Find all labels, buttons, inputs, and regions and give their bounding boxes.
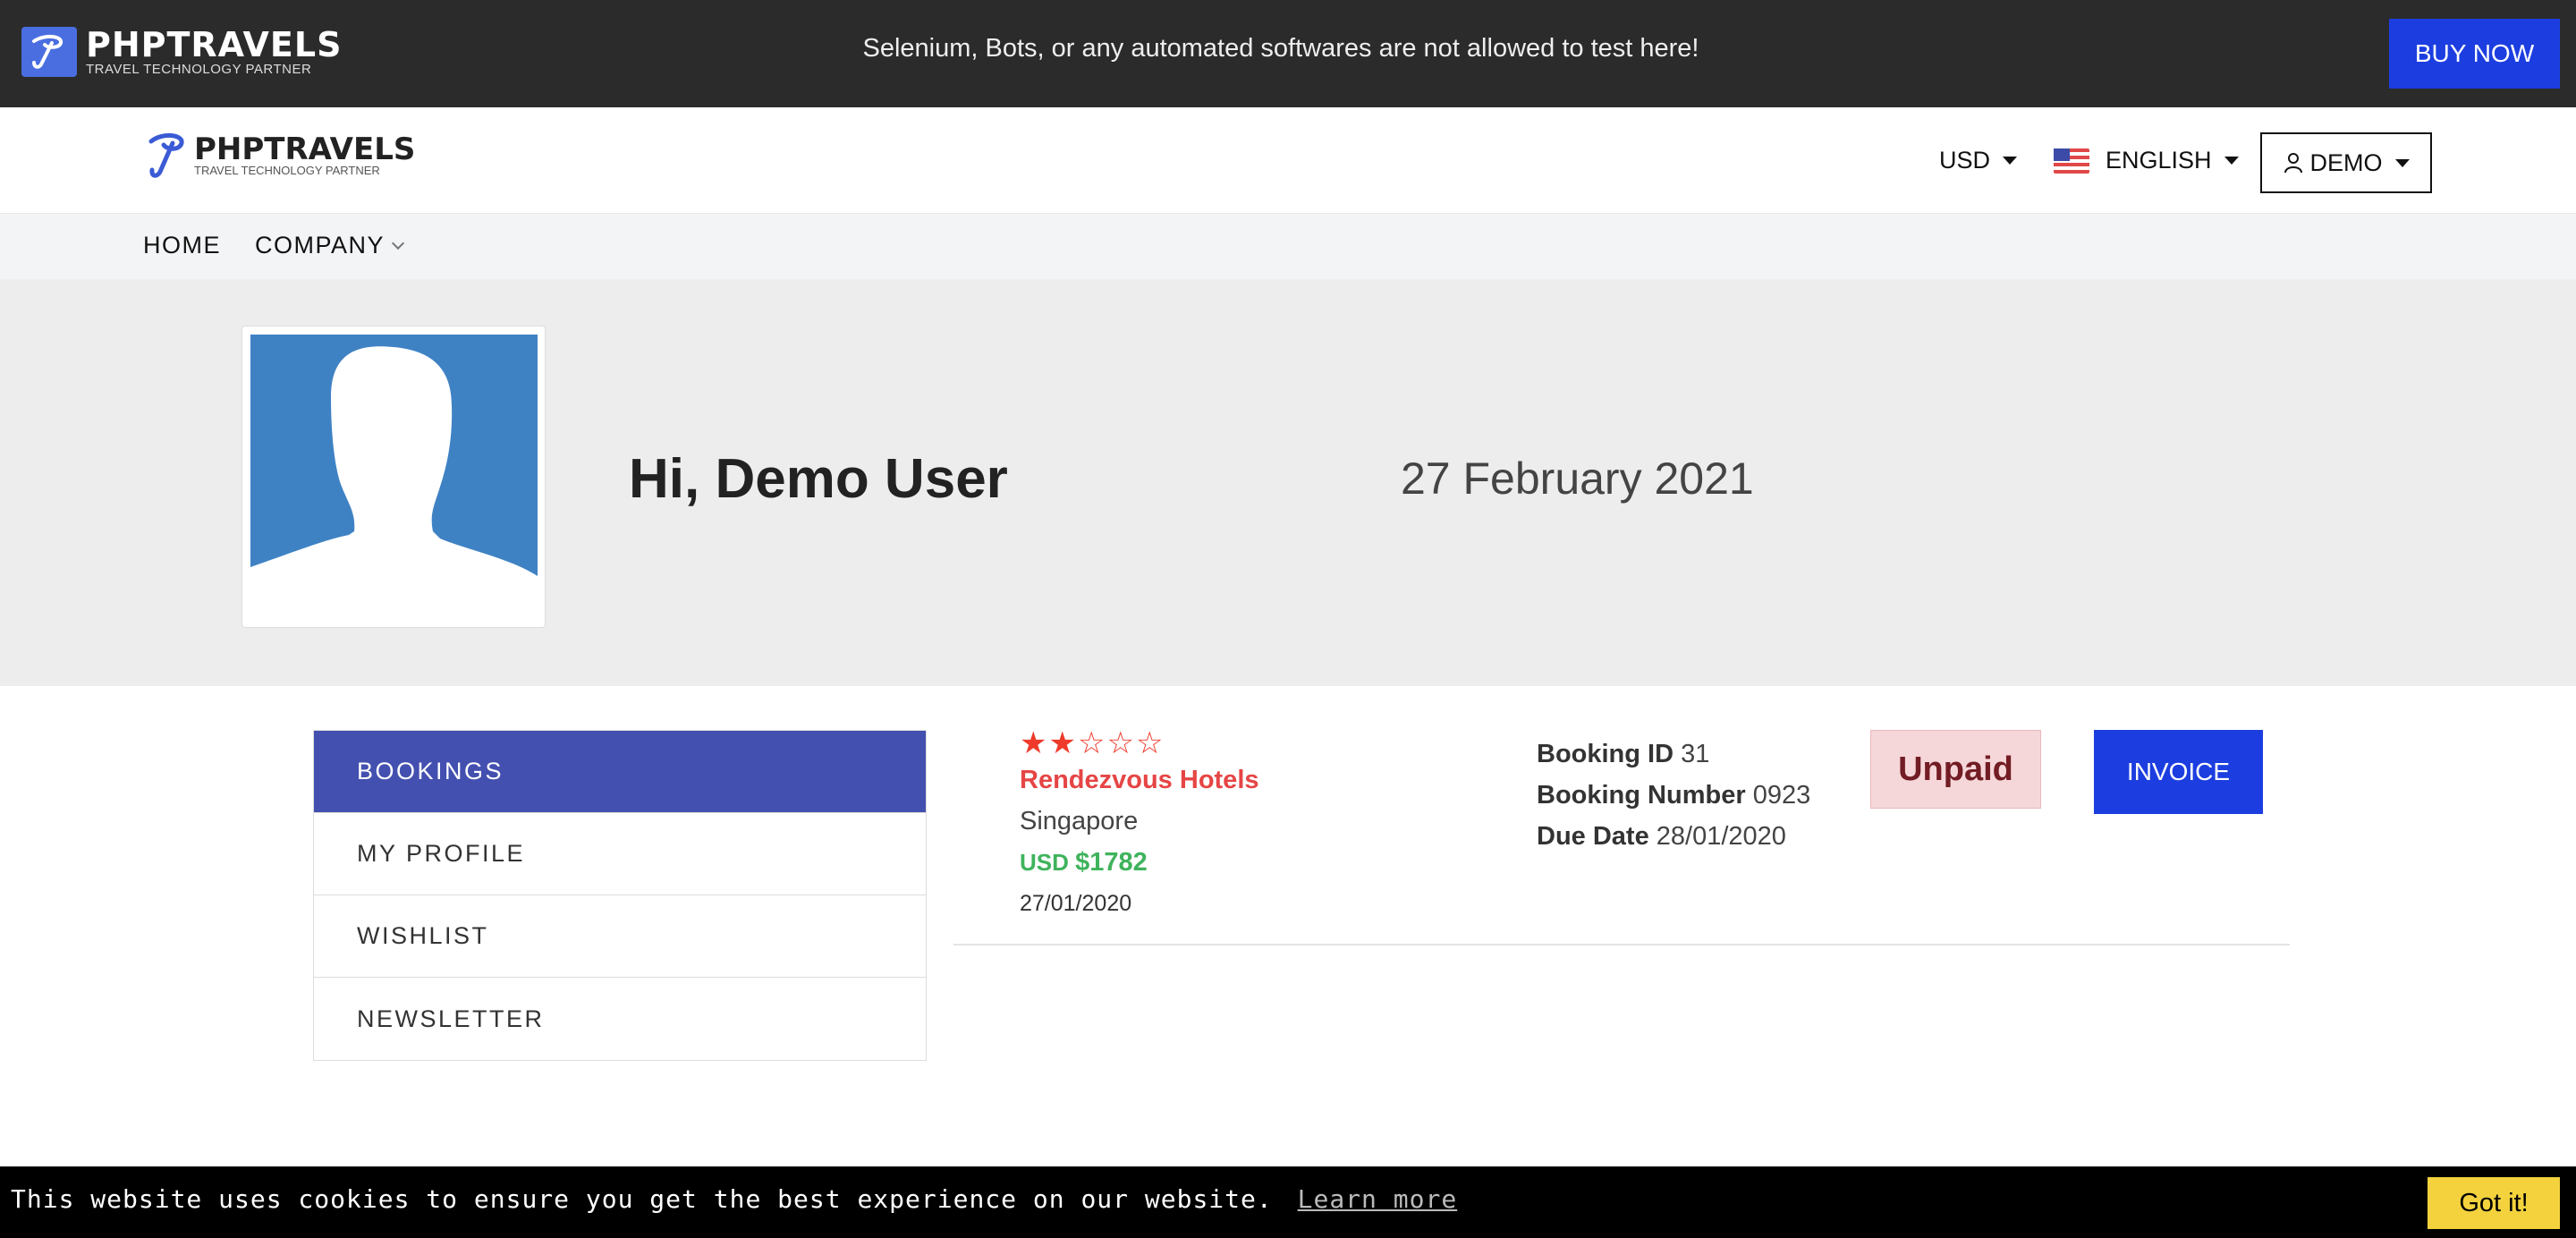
top-bar: PHPTRAVELS TRAVEL TECHNOLOGY PARTNER Sel… xyxy=(0,0,2576,107)
current-date: 27 February 2021 xyxy=(1401,454,1754,504)
nav-company[interactable]: COMPANY xyxy=(255,232,405,259)
cookie-message-row: This website uses cookies to ensure you … xyxy=(11,1184,1457,1214)
nav-home[interactable]: HOME xyxy=(143,232,221,259)
account-label: DEMO xyxy=(2309,148,2383,176)
caret-down-icon xyxy=(2394,158,2410,167)
avatar xyxy=(250,335,538,621)
booking-number-row: Booking Number 0923 xyxy=(1537,775,1810,816)
sidebar-item-bookings[interactable]: BOOKINGS xyxy=(314,731,926,813)
chevron-down-icon xyxy=(391,236,405,250)
us-flag-icon xyxy=(2054,148,2089,174)
star-empty-icon: ☆ xyxy=(1077,726,1106,760)
booking-id-value: 31 xyxy=(1681,740,1710,768)
sidebar-item-my-profile[interactable]: MY PROFILE xyxy=(314,813,926,895)
star-filled-icon: ★ xyxy=(1048,726,1076,760)
hotel-city: Singapore xyxy=(1020,807,1139,835)
due-date-value: 28/01/2020 xyxy=(1656,822,1786,851)
user-silhouette-icon xyxy=(250,346,538,621)
hotel-name[interactable]: Rendezvous Hotels xyxy=(1020,766,1259,795)
booking-id-label: Booking ID xyxy=(1537,740,1674,768)
booking-number-label: Booking Number xyxy=(1537,781,1746,810)
account-dropdown-button[interactable]: DEMO xyxy=(2260,132,2432,193)
sidebar-item-newsletter[interactable]: NEWSLETTER xyxy=(314,978,926,1060)
booking-id-row: Booking ID 31 xyxy=(1537,733,1810,775)
nav-company-label: COMPANY xyxy=(255,232,386,259)
booking-number-value: 0923 xyxy=(1752,781,1811,810)
caret-down-icon xyxy=(2224,157,2239,165)
booking-details: Booking ID 31 Booking Number 0923 Due Da… xyxy=(1537,733,1810,857)
caret-down-icon xyxy=(2003,157,2018,165)
language-dropdown[interactable]: ENGLISH xyxy=(2054,147,2239,174)
star-filled-icon: ★ xyxy=(1020,726,1047,760)
cookie-banner: This website uses cookies to ensure you … xyxy=(0,1166,2576,1238)
cookie-message: This website uses cookies to ensure you … xyxy=(11,1184,1273,1214)
star-rating: ★ ★ ☆ ☆ ☆ xyxy=(1020,728,1165,759)
star-empty-icon: ☆ xyxy=(1106,726,1134,760)
due-date-label: Due Date xyxy=(1537,822,1649,851)
sidebar-item-wishlist[interactable]: WISHLIST xyxy=(314,895,926,978)
star-empty-icon: ☆ xyxy=(1135,726,1164,760)
buy-now-button[interactable]: BUY NOW xyxy=(2389,19,2560,89)
header-brand-name: PHPTRAVELS xyxy=(194,131,416,167)
learn-more-link[interactable]: Learn more xyxy=(1298,1184,1458,1214)
top-brand-tagline: TRAVEL TECHNOLOGY PARTNER xyxy=(86,62,312,77)
site-header: PHPTRAVELS TRAVEL TECHNOLOGY PARTNER USD… xyxy=(0,107,2576,213)
invoice-button[interactable]: INVOICE xyxy=(2094,730,2263,814)
avatar-card xyxy=(242,326,546,628)
booking-divider xyxy=(953,944,2290,945)
booking-price: USD $1782 xyxy=(1020,848,1148,878)
currency-dropdown[interactable]: USD xyxy=(1939,147,2018,174)
user-icon xyxy=(2284,153,2302,174)
price-currency: USD xyxy=(1020,849,1069,876)
header-logo[interactable]: PHPTRAVELS TRAVEL TECHNOLOGY PARTNER xyxy=(148,131,415,181)
profile-hero: Hi, Demo User 27 February 2021 xyxy=(0,279,2576,686)
logo-mark-icon xyxy=(148,133,184,178)
price-amount: $1782 xyxy=(1075,848,1148,877)
language-label: ENGLISH xyxy=(2106,147,2212,174)
automation-notice: Selenium, Bots, or any automated softwar… xyxy=(862,34,1699,63)
due-date-row: Due Date 28/01/2020 xyxy=(1537,816,1810,857)
user-greeting: Hi, Demo User xyxy=(629,448,1008,510)
account-sidebar: BOOKINGS MY PROFILE WISHLIST NEWSLETTER xyxy=(313,730,927,1061)
payment-status-badge: Unpaid xyxy=(1870,730,2041,809)
main-nav: HOME COMPANY xyxy=(0,213,2576,279)
currency-label: USD xyxy=(1939,147,1991,174)
booking-date: 27/01/2020 xyxy=(1020,891,1132,916)
cookie-accept-button[interactable]: Got it! xyxy=(2428,1177,2560,1229)
